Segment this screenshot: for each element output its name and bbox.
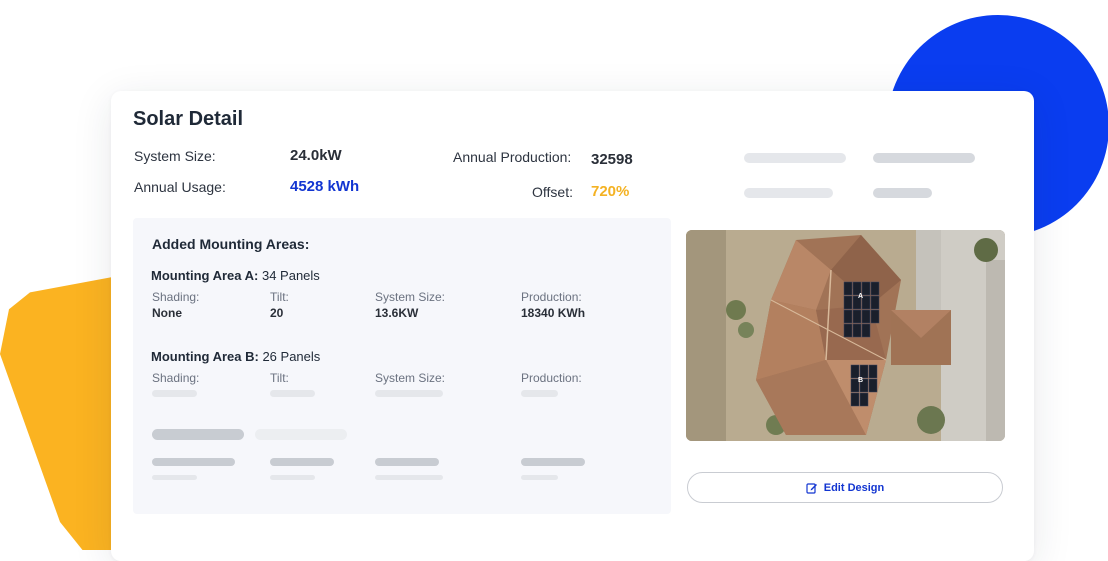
mounting-area-b-heading: Mounting Area B: 26 Panels [151,349,320,364]
page-title: Solar Detail [133,108,244,130]
aerial-roof-map[interactable]: A B [686,230,1005,441]
skeleton-placeholder [152,429,244,440]
skeleton-placeholder [375,390,443,397]
skeleton-placeholder [744,153,846,163]
skeleton-placeholder [521,458,585,466]
skeleton-placeholder [521,475,558,480]
edit-design-button[interactable]: Edit Design [687,472,1003,503]
edit-design-label: Edit Design [823,481,885,494]
skeleton-placeholder [873,153,975,163]
mounting-area-a-heading: Mounting Area A: 34 Panels [151,268,320,283]
skeleton-placeholder [375,458,439,466]
edit-icon [806,482,818,494]
mounting-area-b-name: Mounting Area B: [151,349,259,364]
skeleton-placeholder [270,390,315,397]
skeleton-placeholder [255,429,347,440]
area-a-system-size-label: System Size: [375,290,446,304]
area-b-production-label: Production: [521,371,582,385]
area-a-production-value: 18340 KWh [521,306,586,320]
skeleton-placeholder [152,390,197,397]
annual-usage-value: 4528 kWh [290,178,360,195]
area-a-tilt-label: Tilt: [270,290,289,304]
area-b-tilt-label: Tilt: [270,371,289,385]
skeleton-placeholder [375,475,443,480]
system-size-value: 24.0kW [290,147,342,164]
area-a-map-marker: A [858,293,863,300]
area-a-system-size-value: 13.6KW [375,306,419,320]
offset-value: 720% [591,183,630,200]
area-a-production-label: Production: [521,290,582,304]
system-size-label: System Size: [134,148,216,164]
skeleton-placeholder [152,475,197,480]
mounting-area-b-panels: 26 Panels [258,349,321,364]
mounting-areas-title: Added Mounting Areas: [152,236,310,252]
offset-label: Offset: [532,184,573,200]
skeleton-placeholder [152,458,235,466]
area-a-shading-value: None [152,306,182,320]
aerial-map-image: A B [686,230,1005,441]
skeleton-placeholder [873,188,932,198]
skeleton-placeholder [270,475,315,480]
skeleton-placeholder [270,458,334,466]
area-b-shading-label: Shading: [152,371,200,385]
skeleton-placeholder [744,188,833,198]
skeleton-placeholder [521,390,558,397]
mounting-area-a-panels: 34 Panels [258,268,320,283]
area-b-map-marker: B [858,377,863,384]
annual-production-label: Annual Production: [453,149,572,165]
area-b-system-size-label: System Size: [375,371,446,385]
area-a-shading-label: Shading: [152,290,200,304]
solar-detail-card: Solar Detail System Size: 24.0kW Annual … [111,91,1034,561]
annual-production-value: 32598 [591,151,633,168]
mounting-areas-panel: Added Mounting Areas: Mounting Area A: 3… [133,218,671,514]
annual-usage-label: Annual Usage: [134,179,226,195]
area-a-tilt-value: 20 [270,306,284,320]
mounting-area-a-name: Mounting Area A: [151,268,259,283]
